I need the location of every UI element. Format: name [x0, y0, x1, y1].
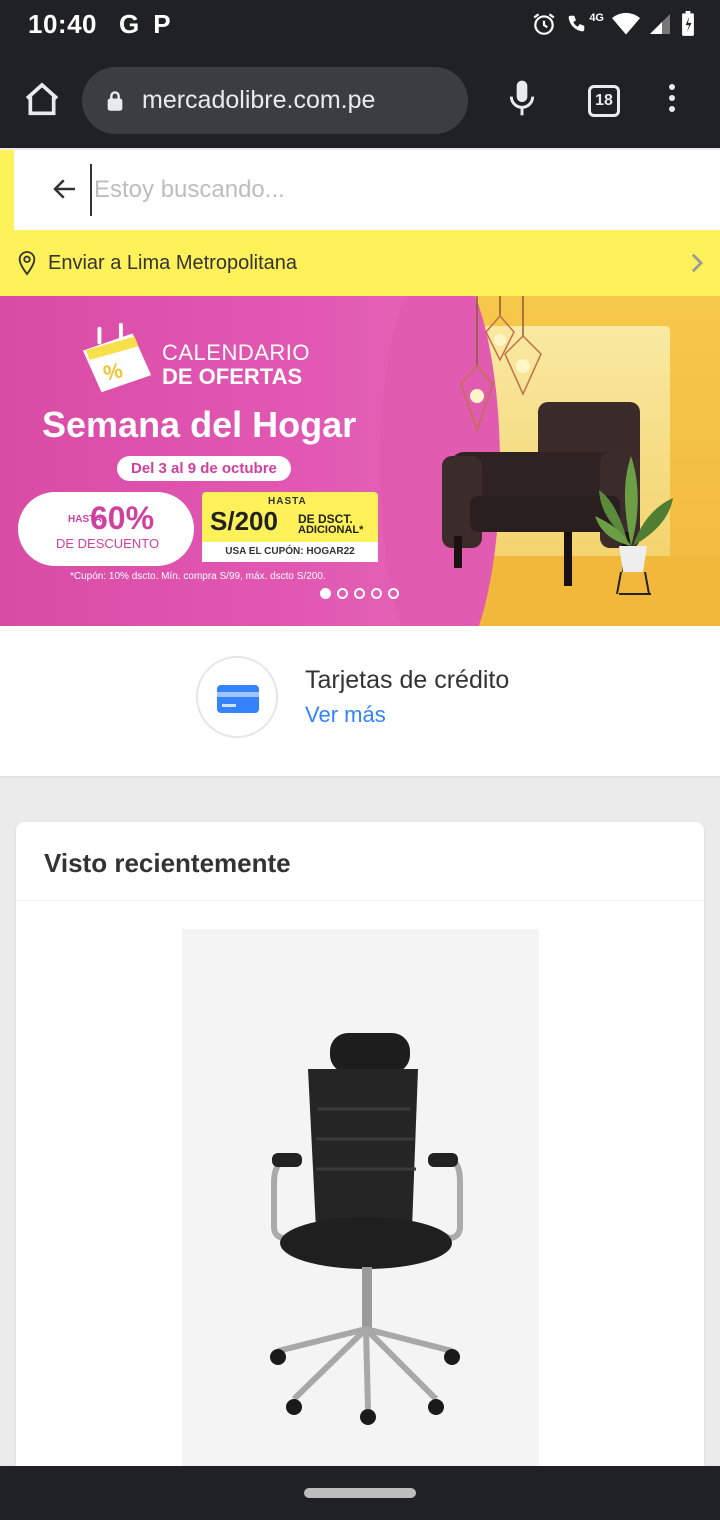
- wifi-icon: [612, 12, 640, 35]
- discount-badge: HASTA 60% DE DESCUENTO: [18, 492, 194, 566]
- screen: 10:40 G P 4G mercadolibre.com.pe 18 Envi…: [0, 0, 720, 1520]
- coupon-ticket: HASTA S/200 DE DSCT. ADICIONAL* USA EL C…: [202, 492, 378, 562]
- browser-toolbar: mercadolibre.com.pe 18: [0, 48, 720, 148]
- chevron-right-icon: [691, 253, 704, 273]
- discount-label: DE DESCUENTO: [56, 536, 160, 551]
- battery-icon: [682, 11, 694, 36]
- credit-card-icon-container: [196, 656, 278, 738]
- google-notification-icon: G: [119, 8, 140, 39]
- url-bar[interactable]: mercadolibre.com.pe: [82, 67, 468, 134]
- calendar-title-line2: DE OFERTAS: [162, 364, 303, 389]
- product-image[interactable]: [182, 929, 539, 1482]
- tab-switcher-button[interactable]: 18: [588, 85, 620, 117]
- p-notification-icon: P: [153, 8, 171, 39]
- plant-illustration: [595, 456, 673, 595]
- cell-signal-icon: [650, 14, 670, 34]
- search-input[interactable]: [90, 164, 690, 216]
- coupon-line2: ADICIONAL*: [298, 524, 364, 536]
- location-bar[interactable]: Enviar a Lima Metropolitana: [0, 230, 720, 296]
- office-chair-image: [270, 1033, 463, 1425]
- wifi-calling-icon: [568, 15, 585, 32]
- banner-headline: Semana del Hogar: [42, 404, 357, 445]
- recently-viewed-card: Visto recientemente: [16, 822, 704, 1482]
- network-type: 4G: [589, 12, 604, 24]
- location-pin-icon: [18, 251, 36, 276]
- carousel-dots: [320, 588, 399, 599]
- carousel-dot[interactable]: [337, 588, 348, 599]
- credit-cards-title: Tarjetas de crédito: [305, 666, 510, 694]
- search-bar: [0, 150, 720, 230]
- credit-card-icon: [217, 685, 259, 713]
- coupon-code: USA EL CUPÓN: HOGAR22: [202, 542, 378, 562]
- calendar-title-line1: CALENDARIO: [162, 340, 311, 365]
- carousel-dot[interactable]: [388, 588, 399, 599]
- discount-percent: 60%: [90, 500, 155, 536]
- status-time: 10:40: [28, 8, 97, 39]
- back-arrow-icon[interactable]: [50, 174, 80, 204]
- location-label: Enviar a Lima Metropolitana: [48, 251, 298, 274]
- overflow-menu-icon[interactable]: [662, 84, 682, 116]
- home-icon[interactable]: [22, 80, 62, 120]
- recently-viewed-title: Visto recientemente: [44, 848, 291, 878]
- status-icons: 4G: [531, 11, 696, 37]
- system-nav-bar: [0, 1466, 720, 1520]
- status-bar: 10:40 G P 4G: [0, 0, 720, 48]
- alarm-icon: [533, 13, 555, 35]
- banner-dates: Del 3 al 9 de octubre: [117, 456, 291, 481]
- ver-mas-link[interactable]: Ver más: [305, 702, 386, 728]
- home-gesture-handle[interactable]: [304, 1488, 416, 1498]
- microphone-icon[interactable]: [506, 78, 538, 118]
- carousel-dot[interactable]: [354, 588, 365, 599]
- carousel-dot[interactable]: [371, 588, 382, 599]
- coupon-amount: S/200: [210, 506, 278, 536]
- lock-icon: [107, 90, 123, 111]
- promo-banner[interactable]: % CALENDARIO DE OFERTAS Semana del Hogar…: [0, 296, 720, 626]
- url-text: mercadolibre.com.pe: [142, 86, 376, 114]
- banner-footnote: *Cupón: 10% dscto. Mín. compra S/99, máx…: [70, 571, 326, 582]
- calendar-icon: %: [82, 322, 152, 393]
- credit-cards-section: Tarjetas de crédito Ver más: [0, 626, 720, 778]
- carousel-dot[interactable]: [320, 588, 331, 599]
- divider: [16, 900, 704, 901]
